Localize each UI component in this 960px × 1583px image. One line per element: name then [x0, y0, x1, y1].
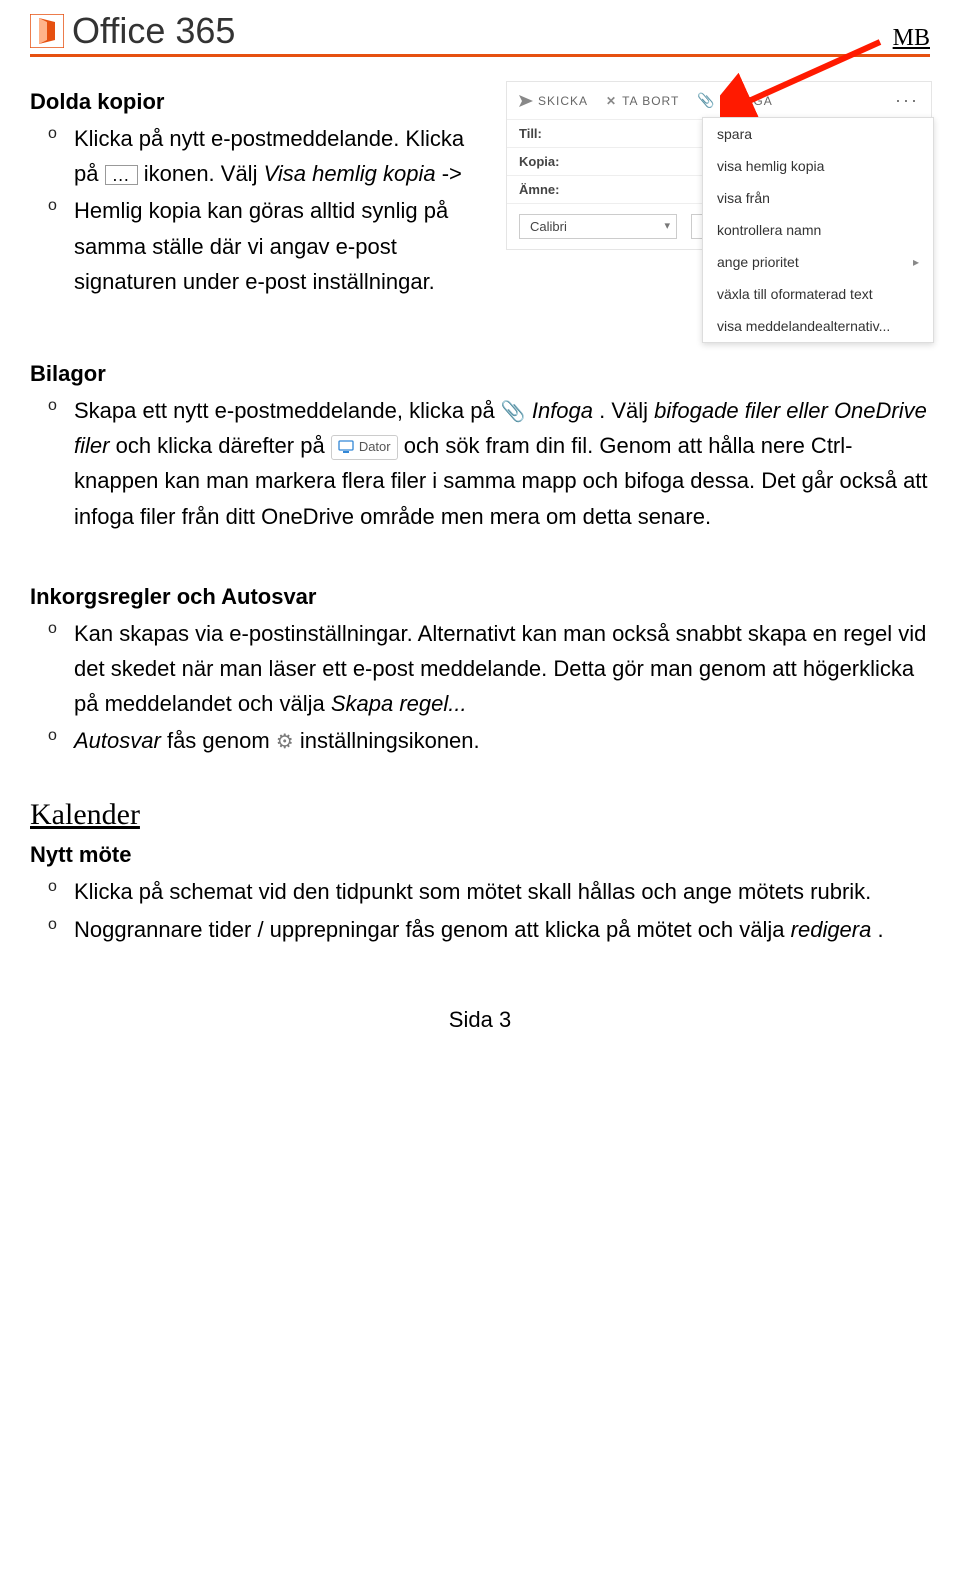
paperclip-icon: 📎: [697, 92, 715, 109]
send-icon: [519, 95, 533, 107]
gear-icon: ⚙: [276, 731, 294, 753]
brand: Office 365: [30, 10, 235, 52]
header-right-label: MB: [893, 25, 930, 52]
list-item: Noggrannare tider / upprepningar fås gen…: [74, 912, 930, 947]
menu-item-show-from[interactable]: visa från: [703, 182, 933, 214]
close-icon: ✕: [606, 94, 617, 108]
list-item: Klicka på schemat vid den tidpunkt som m…: [74, 874, 930, 909]
red-arrow-annotation-icon: [720, 37, 890, 122]
section-title-dolda: Dolda kopior: [30, 89, 490, 115]
list-item: Hemlig kopia kan göras alltid synlig på …: [74, 193, 490, 299]
more-dots-icon: …: [105, 165, 138, 185]
paperclip-icon: 📎: [501, 401, 526, 423]
section-title-kalender: Kalender: [30, 798, 930, 832]
more-actions-button[interactable]: ···: [895, 90, 919, 111]
menu-item-save[interactable]: spara: [703, 118, 933, 150]
computer-icon: [338, 440, 354, 454]
section-title-bilagor: Bilagor: [30, 361, 930, 387]
office-logo-icon: [30, 14, 64, 48]
list-item: Klicka på nytt e-postmeddelande. Klicka …: [74, 121, 490, 191]
chevron-right-icon: ▸: [913, 255, 919, 269]
page-footer: Sida 3: [30, 1007, 930, 1033]
font-family-select[interactable]: Calibri: [519, 214, 677, 239]
menu-item-check-names[interactable]: kontrollera namn: [703, 214, 933, 246]
brand-title: Office 365: [72, 10, 235, 52]
menu-item-show-bcc[interactable]: visa hemlig kopia: [703, 150, 933, 182]
more-actions-menu: spara visa hemlig kopia visa från kontro…: [702, 117, 934, 343]
list-item: Autosvar fås genom ⚙ inställningsikonen.: [74, 723, 930, 758]
list-item: Skapa ett nytt e-postmeddelande, klicka …: [74, 393, 930, 534]
menu-item-priority[interactable]: ange prioritet▸: [703, 246, 933, 278]
subsection-title-nytt-mote: Nytt möte: [30, 842, 930, 868]
list-item: Kan skapas via e-postinställningar. Alte…: [74, 616, 930, 722]
section-title-inkorg: Inkorgsregler och Autosvar: [30, 584, 930, 610]
menu-item-options[interactable]: visa meddelandealternativ...: [703, 310, 933, 342]
send-button[interactable]: SKICKA: [519, 94, 588, 108]
delete-button[interactable]: ✕ TA BORT: [606, 94, 679, 108]
menu-item-plain-text[interactable]: växla till oformaterad text: [703, 278, 933, 310]
computer-source-badge: Dator: [331, 435, 398, 460]
